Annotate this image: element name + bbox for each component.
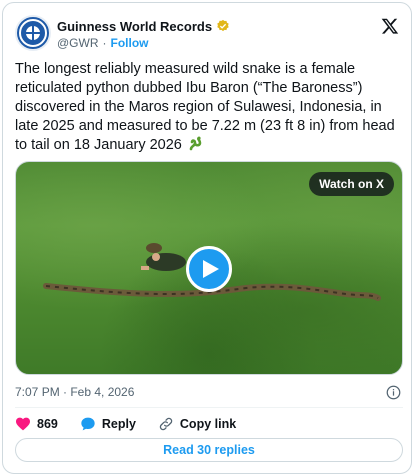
snake-emoji-icon [189,136,202,151]
tweet-card: Guinness World Records @GWR · Follow The… [2,2,412,474]
gwr-logo-icon [19,19,47,47]
timestamp-row: 7:07 PM · Feb 4, 2026 [15,385,403,401]
reply-icon [81,417,95,431]
tweet-body: The longest reliably measured wild snake… [15,61,395,153]
tweet-header: Guinness World Records @GWR · Follow [15,15,401,55]
follow-button[interactable]: Follow [111,36,149,50]
avatar[interactable] [15,15,51,51]
like-count: 869 [37,417,58,431]
copy-link-label: Copy link [179,417,237,431]
action-bar: 869 Reply Copy link [15,414,258,434]
info-icon[interactable] [386,385,401,400]
copy-link-button[interactable]: Copy link [158,416,236,432]
divider [15,407,403,408]
reply-button[interactable]: Reply [80,416,136,432]
handle-row: @GWR · Follow [57,35,149,51]
handle[interactable]: @GWR [57,36,99,50]
read-replies-button[interactable]: Read 30 replies [15,438,403,462]
watch-on-x-button[interactable]: Watch on X [309,172,394,196]
reply-label: Reply [101,417,136,431]
play-button[interactable] [186,246,232,292]
separator-dot: · [102,36,107,50]
display-name[interactable]: Guinness World Records [57,19,212,34]
play-icon [202,260,219,278]
x-logo-icon[interactable] [381,17,399,35]
heart-icon [16,417,30,431]
video-player[interactable]: Watch on X [15,161,403,375]
timestamp[interactable]: 7:07 PM · Feb 4, 2026 [15,385,134,399]
tweet-text: The longest reliably measured wild snake… [15,60,403,155]
link-icon [159,417,173,431]
name-row: Guinness World Records [57,17,230,35]
verified-badge-icon [217,19,229,32]
like-button[interactable]: 869 [15,416,58,432]
